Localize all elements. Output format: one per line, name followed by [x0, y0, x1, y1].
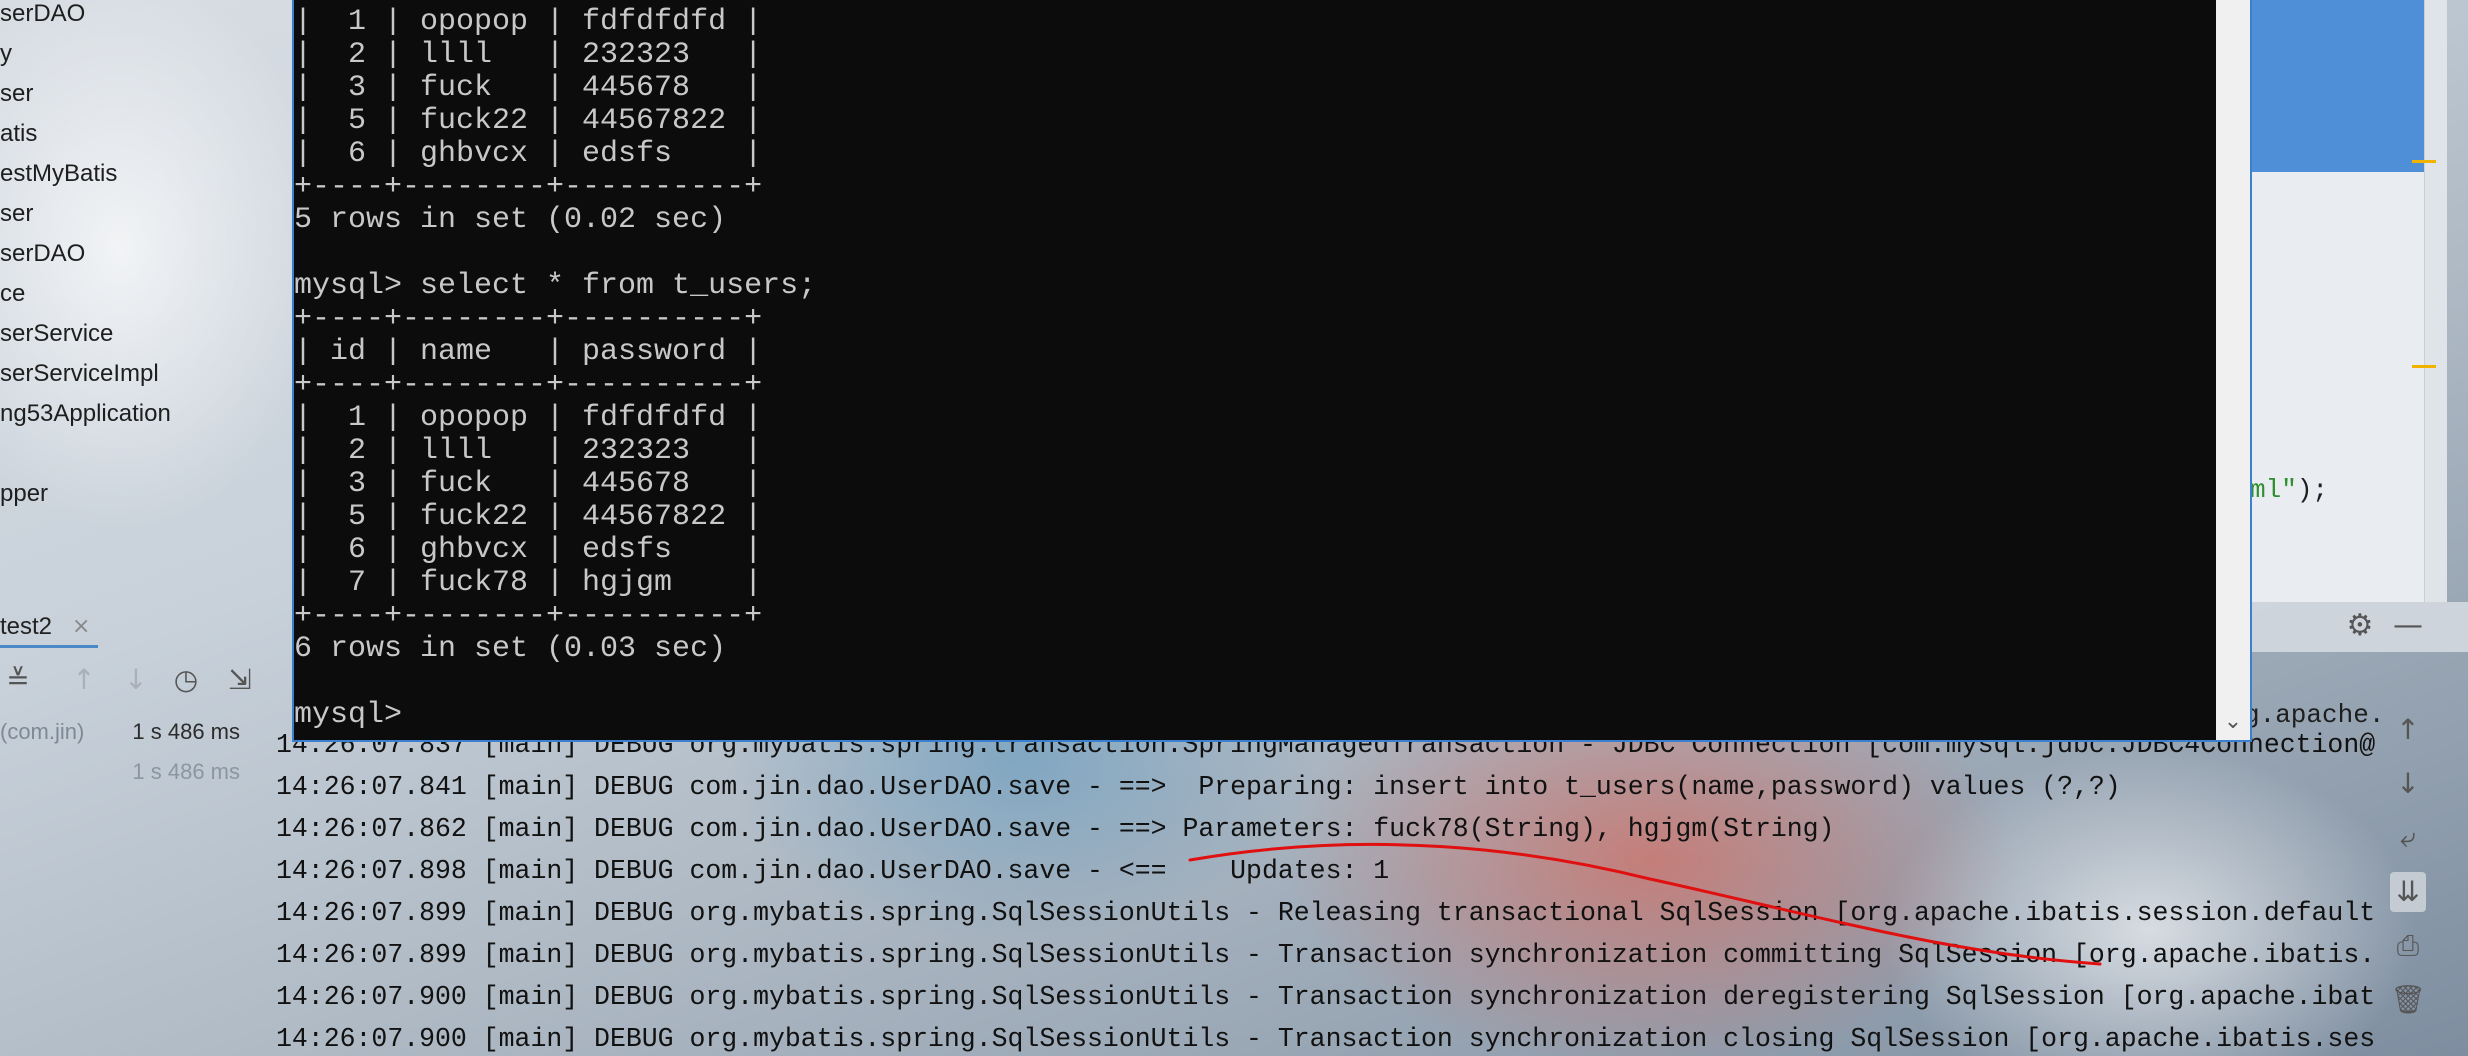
scroll-to-end-icon[interactable]: ⇊ — [2390, 872, 2426, 912]
log-line: 14:26:07.862 [main] DEBUG com.jin.dao.Us… — [276, 814, 1835, 844]
collapse-all-icon[interactable]: ≚ — [0, 655, 36, 705]
mysql-terminal-window[interactable]: | 1 | opopop | fdfdfdfd | | 2 | llll | 23… — [292, 0, 2252, 742]
chevron-down-icon[interactable]: ⌄ — [2216, 709, 2250, 734]
tree-item[interactable]: ng53Application — [0, 396, 171, 432]
trash-icon[interactable]: 🗑 — [2390, 980, 2426, 1020]
warning-marker[interactable] — [2412, 365, 2436, 368]
test-duration: 1 s 486 ms — [132, 719, 240, 744]
code-text: ); — [2296, 475, 2329, 505]
tree-item[interactable]: serService — [0, 316, 113, 352]
terminal-scrollbar[interactable]: ⌄ — [2216, 0, 2250, 740]
scroll-up-icon[interactable]: ↑ — [2390, 710, 2426, 750]
console-side-toolbar: ↑ ↓ ⤶ ⇊ ⎙ 🗑 — [2390, 710, 2440, 1056]
editor-selection-highlight — [2246, 0, 2424, 172]
export-icon[interactable]: ⇲ — [222, 655, 258, 705]
run-toolbar: ≚ ↑ ↓ ◷ ⇲ — [0, 655, 290, 705]
run-tab-test2[interactable]: test2 — [0, 607, 52, 647]
soft-wrap-icon[interactable]: ⤶ — [2390, 818, 2426, 858]
log-line: 14:26:07.899 [main] DEBUG org.mybatis.sp… — [276, 940, 2376, 970]
tree-item[interactable]: atis — [0, 116, 37, 152]
previous-icon[interactable]: ↑ — [66, 655, 102, 705]
tree-item[interactable]: ser — [0, 76, 33, 112]
active-tab-indicator — [0, 645, 98, 648]
terminal-line: | 3 | fuck | 445678 | — [294, 71, 763, 105]
terminal-line: | id | name | password | — [294, 335, 763, 369]
terminal-line: | 1 | opopop | fdfdfdfd | — [294, 5, 763, 39]
tree-item[interactable]: y — [0, 36, 12, 72]
log-line: 14:26:07.900 [main] DEBUG org.mybatis.sp… — [276, 982, 2376, 1012]
minimize-icon[interactable]: — — [2388, 606, 2428, 646]
log-line: 14:26:07.899 [main] DEBUG org.mybatis.sp… — [276, 898, 2376, 928]
terminal-line: | 6 | ghbvcx | edsfs | — [294, 137, 763, 171]
terminal-line: +----+--------+----------+ — [294, 302, 763, 336]
terminal-line: +----+--------+----------+ — [294, 368, 763, 402]
code-fragment[interactable]: ml"); — [2250, 470, 2328, 510]
log-line: 14:26:07.900 [main] DEBUG org.mybatis.sp… — [276, 1024, 2376, 1054]
terminal-line: +----+--------+----------+ — [294, 170, 763, 204]
log-line: 14:26:07.898 [main] DEBUG com.jin.dao.Us… — [276, 856, 1390, 886]
tree-item[interactable]: ser — [0, 196, 33, 232]
tree-item[interactable]: serServiceImpl — [0, 356, 159, 392]
warning-marker[interactable] — [2412, 160, 2436, 163]
terminal-line: | 5 | fuck22 | 44567822 | — [294, 500, 763, 534]
tree-item[interactable]: estMyBatis — [0, 156, 117, 192]
terminal-line: mysql> select * from t_users; — [294, 269, 817, 303]
terminal-output[interactable]: | 1 | opopop | fdfdfdfd | | 2 | llll | 23… — [294, 6, 2194, 736]
terminal-line: | 6 | ghbvcx | edsfs | — [294, 533, 763, 567]
project-tree: serDAO y ser atis estMyBatis ser serDAO … — [0, 0, 290, 520]
test-result-row[interactable]: 1 s 486 ms — [0, 752, 250, 792]
test-name: (com.jin) — [0, 719, 85, 744]
editor-pane[interactable] — [2246, 172, 2424, 602]
terminal-line: | 2 | llll | 232323 | — [294, 434, 763, 468]
test-result-row[interactable]: (com.jin) 1 s 486 ms — [0, 712, 250, 752]
editor-scrollbar[interactable] — [2424, 0, 2447, 602]
test-duration: 1 s 486 ms — [132, 759, 240, 784]
terminal-line: | 1 | opopop | fdfdfdfd | — [294, 401, 763, 435]
close-tab-icon[interactable]: × — [72, 607, 90, 647]
gear-icon[interactable]: ⚙ — [2340, 606, 2380, 646]
terminal-line: +----+--------+----------+ — [294, 599, 763, 633]
terminal-line: | 2 | llll | 232323 | — [294, 38, 763, 72]
terminal-line: | 7 | fuck78 | hgjgm | — [294, 566, 763, 600]
tree-item[interactable]: serDAO — [0, 0, 85, 32]
terminal-prompt[interactable]: mysql> — [294, 699, 2194, 732]
next-icon[interactable]: ↓ — [118, 655, 154, 705]
tree-item[interactable]: ce — [0, 276, 25, 312]
scroll-down-icon[interactable]: ↓ — [2390, 764, 2426, 804]
console-output[interactable]: 14:26:07.837 [main] DEBUG org.mybatis.sp… — [250, 724, 2384, 1056]
terminal-line: 6 rows in set (0.03 sec) — [294, 632, 727, 666]
history-icon[interactable]: ◷ — [168, 655, 204, 705]
tree-item[interactable]: serDAO — [0, 236, 85, 272]
print-icon[interactable]: ⎙ — [2390, 926, 2426, 966]
terminal-line: 5 rows in set (0.02 sec) — [294, 203, 727, 237]
code-string: ml" — [2250, 475, 2297, 505]
tree-item[interactable]: pper — [0, 476, 48, 512]
terminal-line: | 5 | fuck22 | 44567822 | — [294, 104, 763, 138]
terminal-line: | 3 | fuck | 445678 | — [294, 467, 763, 501]
log-line: 14:26:07.841 [main] DEBUG com.jin.dao.Us… — [276, 772, 2121, 802]
